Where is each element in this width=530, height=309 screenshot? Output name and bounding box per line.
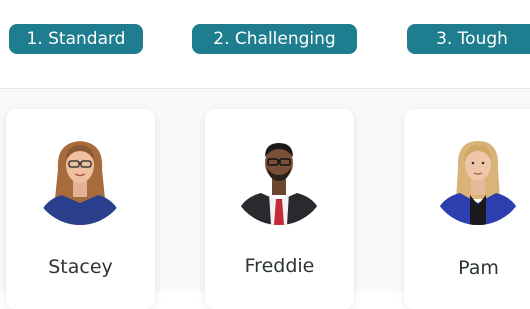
persona-name: Stacey: [48, 256, 113, 278]
persona-name: Freddie: [244, 255, 315, 277]
persona-name: Pam: [458, 257, 499, 279]
avatar: [32, 129, 128, 225]
tab-tough[interactable]: 3. Tough: [407, 24, 530, 54]
tab-standard[interactable]: 1. Standard: [9, 24, 143, 54]
avatar-portrait-icon: [231, 129, 327, 225]
persona-card-pam[interactable]: Pam: [404, 109, 530, 309]
persona-card-freddie[interactable]: Freddie: [205, 109, 354, 309]
avatar: [430, 129, 526, 225]
persona-card-stacey[interactable]: Stacey: [6, 109, 155, 309]
avatar-portrait-icon: [32, 129, 128, 225]
tab-challenging[interactable]: 2. Challenging: [192, 24, 357, 54]
persona-card-list: Stacey Freddie Pam: [0, 89, 530, 309]
avatar-portrait-icon: [430, 129, 526, 225]
difficulty-tab-bar: 1. Standard 2. Challenging 3. Tough: [0, 0, 530, 89]
avatar: [231, 129, 327, 225]
